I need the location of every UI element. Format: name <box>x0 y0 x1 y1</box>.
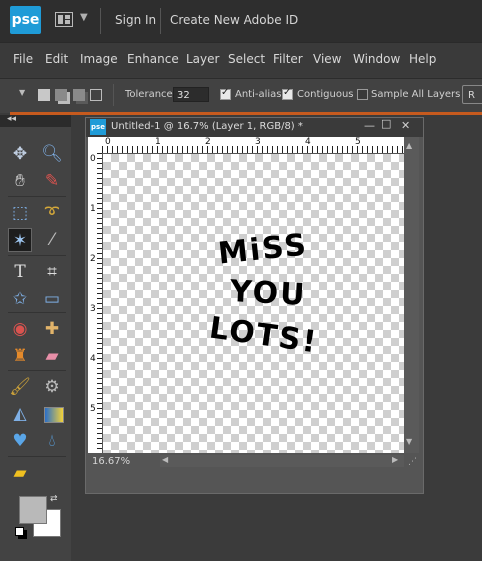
marquee-tool-icon[interactable]: ⬚ <box>8 201 32 225</box>
intersect-selection-icon[interactable] <box>90 89 102 101</box>
blur-tool-icon[interactable]: 💧︎ <box>40 429 64 453</box>
anti-alias-checkbox[interactable] <box>220 87 231 100</box>
swap-colors-icon[interactable]: ⇄ <box>50 494 58 504</box>
zoom-level[interactable]: 16.67% <box>92 456 130 467</box>
recompose-tool-icon[interactable]: ▭ <box>40 287 64 311</box>
ruler-v-label: 1 <box>90 204 96 214</box>
tolerance-input[interactable]: 32 <box>173 87 209 102</box>
document-title: Untitled-1 @ 16.7% (Layer 1, RGB/8) * <box>111 121 303 132</box>
hand-tool-icon[interactable]: ✋︎ <box>8 169 32 193</box>
artwork-line-2: YOU <box>229 274 308 313</box>
gradient-tool-icon[interactable] <box>44 407 64 423</box>
menu-select[interactable]: Select <box>228 52 265 66</box>
horizontal-ruler: 0 1 2 3 4 5 <box>102 137 404 154</box>
default-colors-icon[interactable] <box>15 527 24 536</box>
close-icon[interactable]: ✕ <box>401 119 410 132</box>
menu-layer[interactable]: Layer <box>186 52 219 66</box>
zoom-tool-icon[interactable]: 🔍︎ <box>40 142 64 166</box>
new-selection-icon[interactable] <box>38 89 50 101</box>
vertical-scrollbar[interactable]: ▲ ▼ <box>404 137 419 453</box>
smart-brush-tool-icon[interactable]: ⚙ <box>40 375 64 399</box>
red-eye-tool-icon[interactable]: ◉ <box>8 317 32 341</box>
ruler-v-label: 0 <box>90 154 96 164</box>
contiguous-checkbox[interactable] <box>282 87 293 100</box>
minimize-icon[interactable]: — <box>364 119 375 132</box>
resize-grip-icon[interactable]: ⋰ <box>408 457 417 467</box>
menu-filter[interactable]: Filter <box>273 52 303 66</box>
options-collapse-icon[interactable]: ▼ <box>19 88 25 97</box>
paint-bucket-tool-icon[interactable]: ◭ <box>8 402 32 426</box>
menu-window[interactable]: Window <box>353 52 400 66</box>
type-tool-icon[interactable]: T <box>8 260 32 284</box>
options-separator <box>113 84 114 106</box>
color-replacement-tool-icon[interactable]: ♥ <box>8 429 32 453</box>
sample-all-layers-label: Sample All Layers <box>371 89 461 100</box>
foreground-color-swatch[interactable] <box>19 496 47 524</box>
clone-stamp-tool-icon[interactable]: ♜ <box>8 344 32 368</box>
image-canvas[interactable]: MiSS YOU LOTS! <box>103 154 404 453</box>
horizontal-scrollbar[interactable]: ◀ ▶ <box>160 455 404 467</box>
healing-brush-tool-icon[interactable]: ✚ <box>40 317 64 341</box>
artwork-line-1: MiSS <box>216 227 310 272</box>
collapse-panel-icon[interactable]: ◂◂ <box>7 114 16 124</box>
move-tool-icon[interactable]: ✥ <box>8 142 32 166</box>
maximize-icon[interactable]: □ <box>381 117 391 130</box>
vertical-ruler: 0 1 2 3 4 5 <box>88 153 103 453</box>
ruler-v-label: 2 <box>90 254 96 264</box>
tolerance-label: Tolerance: <box>125 89 177 100</box>
ruler-v-label: 3 <box>90 304 96 314</box>
ruler-corner <box>88 137 102 153</box>
menu-enhance[interactable]: Enhance <box>127 52 179 66</box>
ruler-v-label: 4 <box>90 354 96 364</box>
top-separator <box>100 8 101 34</box>
refine-edge-button[interactable]: R <box>462 85 482 104</box>
scroll-left-icon[interactable]: ◀ <box>162 455 168 464</box>
create-adobe-id-link[interactable]: Create New Adobe ID <box>170 13 298 27</box>
eraser-tool-icon[interactable]: ▰ <box>40 344 64 368</box>
chevron-down-icon[interactable]: ▼ <box>80 12 88 23</box>
sign-in-link[interactable]: Sign In <box>115 13 156 27</box>
eyedropper-tool-icon[interactable]: ✎ <box>40 169 64 193</box>
scroll-right-icon[interactable]: ▶ <box>392 455 398 464</box>
menu-file[interactable]: File <box>13 52 33 66</box>
ruler-h-ticks <box>102 146 404 153</box>
tools-separator <box>8 312 66 313</box>
crop-tool-icon[interactable]: ⌗ <box>40 260 64 284</box>
top-separator <box>160 8 161 34</box>
scroll-down-icon[interactable]: ▼ <box>406 437 412 446</box>
magic-wand-tool-icon[interactable]: ✶ <box>8 228 32 252</box>
tools-separator <box>8 255 66 256</box>
contiguous-label: Contiguous <box>297 89 354 100</box>
anti-alias-label: Anti-alias <box>235 89 282 100</box>
workspace-layout-icon[interactable] <box>55 12 73 27</box>
add-to-selection-icon[interactable] <box>55 89 67 101</box>
ruler-v-label: 5 <box>90 404 96 414</box>
document-app-icon: pse <box>90 119 106 135</box>
ruler-v-ticks <box>97 153 102 453</box>
tools-separator <box>8 456 66 457</box>
app-logo: pse <box>10 6 41 34</box>
menu-image[interactable]: Image <box>80 52 118 66</box>
brush-tool-icon[interactable]: 🖌︎ <box>8 375 32 399</box>
subtract-selection-icon[interactable] <box>73 89 85 101</box>
scroll-up-icon[interactable]: ▲ <box>406 141 412 150</box>
artwork-line-3: LOTS! <box>207 310 321 361</box>
sponge-tool-icon[interactable]: ▰ <box>8 461 32 485</box>
tools-separator <box>8 370 66 371</box>
menu-help[interactable]: Help <box>409 52 436 66</box>
quick-selection-tool-icon[interactable]: ⁄ <box>40 228 64 252</box>
shape-tool-icon[interactable]: ✩ <box>8 287 32 311</box>
sample-all-layers-checkbox[interactable] <box>357 89 368 100</box>
lasso-tool-icon[interactable]: ➰︎ <box>40 201 64 225</box>
tools-separator <box>8 196 66 197</box>
menu-view[interactable]: View <box>313 52 341 66</box>
accent-divider <box>10 112 482 115</box>
menu-edit[interactable]: Edit <box>45 52 68 66</box>
